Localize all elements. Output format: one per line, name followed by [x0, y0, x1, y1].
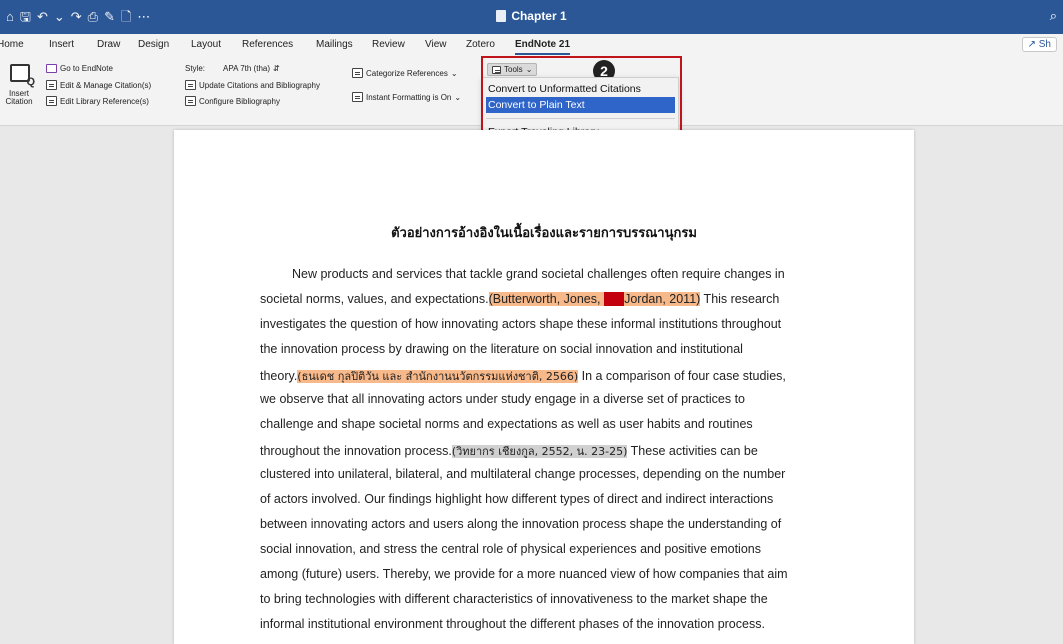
update-citations-label: Update Citations and Bibliography: [199, 80, 320, 90]
paragraph-line: to bring technologies with different cha…: [260, 592, 768, 606]
edit-manage-citations-button[interactable]: Edit & Manage Citation(s): [46, 80, 151, 90]
menu-item-convert-unformatted[interactable]: Convert to Unformatted Citations: [486, 81, 675, 97]
paragraph-line: the innovation process by drawing on the…: [260, 342, 743, 356]
text-run: This research: [700, 292, 780, 306]
update-citations-button[interactable]: Update Citations and Bibliography: [185, 80, 320, 90]
ribbon-tabs: Home Insert Draw Design Layout Reference…: [0, 34, 1063, 56]
text-run: societal norms, values, and expectations…: [260, 292, 489, 306]
insert-citation-button[interactable]: Insert Citation: [0, 90, 38, 106]
paragraph-line: social innovation, and stress the centra…: [260, 542, 761, 556]
tab-mailings[interactable]: Mailings: [316, 39, 353, 50]
library-reference-icon: [46, 96, 57, 106]
selected-text: Lak: [603, 292, 625, 306]
paragraph-line: societal norms, values, and expectations…: [260, 292, 779, 306]
document-title-text: Chapter 1: [511, 9, 567, 23]
tab-design[interactable]: Design: [138, 39, 169, 50]
document-title: Chapter 1: [0, 9, 1063, 23]
edit-manage-label: Edit & Manage Citation(s): [60, 80, 152, 90]
configure-bibliography-label: Configure Bibliography: [199, 96, 280, 106]
configure-bibliography-button[interactable]: Configure Bibliography: [185, 96, 280, 106]
citation-text: Jordan, 2011): [624, 292, 701, 306]
edit-library-label: Edit Library Reference(s): [60, 96, 149, 106]
insert-citation-label-2: Citation: [5, 97, 33, 106]
paragraph-line: between innovating actors and users alon…: [260, 517, 782, 531]
insert-citation-icon[interactable]: [10, 64, 35, 88]
tools-dropdown-button[interactable]: Tools ⌄: [487, 63, 538, 76]
paragraph-line: among (future) users. Thereby, we provid…: [260, 567, 788, 581]
tools-icon: [492, 65, 501, 74]
instant-formatting-icon: [352, 92, 363, 102]
tab-zotero[interactable]: Zotero: [466, 39, 495, 50]
tab-insert[interactable]: Insert: [49, 39, 74, 50]
categorize-icon: [352, 68, 363, 78]
style-selector[interactable]: Style: APA 7th (tha) ⇵: [185, 64, 280, 73]
title-bar: ⌂ 🖫 ↶ ⌄ ↷ ⎙ ✎ 🗋 ⋯ Chapter 1 ⌕: [0, 0, 1063, 34]
paragraph-line: New products and services that tackle gr…: [292, 267, 785, 281]
document-page[interactable]: ตัวอย่างการอ้างอิงในเนื้อเรื่องและรายการ…: [174, 130, 914, 644]
paragraph-line: clustered into unilateral, bilateral, an…: [260, 467, 786, 481]
go-to-endnote-button[interactable]: Go to EndNote: [46, 64, 113, 73]
text-run: throughout the innovation process.: [260, 444, 452, 458]
stepper-icon[interactable]: ⇵: [273, 64, 280, 73]
paragraph-line: of actors involved. Our findings highlig…: [260, 492, 774, 506]
tab-home[interactable]: Home: [0, 39, 24, 50]
text-run: These activities can be: [627, 444, 758, 458]
tab-view[interactable]: View: [425, 39, 447, 50]
categorize-references-button[interactable]: Categorize References ⌄: [352, 68, 458, 78]
citation-thai-1[interactable]: (ธนเดช กุลปิติวัน และ สำนักงานนวัตกรรมแห…: [297, 370, 579, 383]
style-value[interactable]: APA 7th (tha): [208, 64, 270, 73]
paragraph-line: we observe that all innovating actors un…: [260, 392, 746, 406]
chevron-down-icon: ⌄: [454, 92, 462, 102]
tab-layout[interactable]: Layout: [191, 39, 221, 50]
paragraph-line: challenge and shape societal norms and e…: [260, 417, 753, 431]
instant-formatting-button[interactable]: Instant Formatting is On ⌄: [352, 92, 461, 102]
text-run: In a comparison of four case studies,: [578, 369, 786, 383]
configure-icon: [185, 96, 196, 106]
endnote-icon: [46, 64, 57, 73]
paragraph-line: investigates the question of how innovat…: [260, 317, 782, 331]
style-label: Style:: [185, 64, 206, 73]
citation-text: (Butterworth, Jones,: [488, 292, 604, 306]
categorize-label: Categorize References: [366, 68, 448, 78]
edit-citation-icon: [46, 80, 57, 90]
go-to-endnote-label: Go to EndNote: [60, 64, 113, 73]
update-icon: [185, 80, 196, 90]
paragraph-line: theory.(ธนเดช กุลปิติวัน และ สำนักงานนวั…: [260, 367, 786, 385]
text-run: theory.: [260, 369, 298, 383]
tab-references[interactable]: References: [242, 39, 293, 50]
document-heading: ตัวอย่างการอ้างอิงในเนื้อเรื่องและรายการ…: [391, 226, 697, 241]
menu-separator: [486, 118, 675, 119]
share-label: Sh: [1038, 39, 1051, 50]
chevron-down-icon: ⌄: [525, 65, 533, 74]
chevron-down-icon: ⌄: [450, 68, 458, 78]
paragraph-line: throughout the innovation process.(วิทยา…: [260, 442, 758, 460]
menu-item-convert-plain-text[interactable]: Convert to Plain Text: [486, 97, 675, 113]
share-button[interactable]: ↗ Sh: [1021, 37, 1057, 52]
tools-label: Tools: [504, 65, 523, 74]
document-icon: [496, 10, 507, 22]
search-icon[interactable]: ⌕: [1050, 8, 1057, 24]
paragraph-line: informal institutional environment throu…: [260, 617, 765, 631]
tab-endnote[interactable]: EndNote 21: [515, 39, 571, 55]
tab-draw[interactable]: Draw: [97, 39, 120, 50]
citation-butterworth[interactable]: (Butterworth, Jones, LakJordan, 2011): [488, 292, 701, 306]
citation-thai-2[interactable]: (วิทยากร เชียงกูล, 2552, น. 23-25): [451, 445, 628, 458]
tab-review[interactable]: Review: [372, 39, 405, 50]
edit-library-reference-button[interactable]: Edit Library Reference(s): [46, 96, 149, 106]
instant-formatting-label: Instant Formatting is On: [366, 92, 452, 102]
